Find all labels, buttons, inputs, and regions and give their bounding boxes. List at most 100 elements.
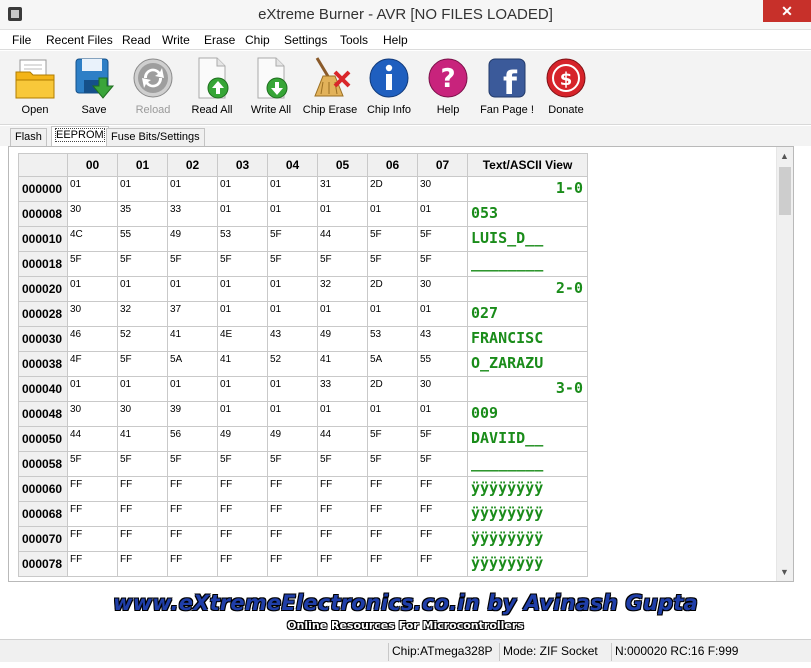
save-button[interactable]: Save [65, 54, 123, 120]
byte-cell[interactable]: FF [368, 527, 418, 552]
byte-cell[interactable]: FF [218, 502, 268, 527]
column-header[interactable]: 06 [368, 153, 418, 177]
byte-cell[interactable]: 5F [68, 252, 118, 277]
byte-cell[interactable]: 5F [218, 252, 268, 277]
close-button[interactable]: ✕ [763, 0, 811, 22]
byte-cell[interactable]: 01 [418, 402, 468, 427]
help-button[interactable]: ? Help [419, 54, 477, 120]
byte-cell[interactable]: 5F [368, 452, 418, 477]
menu-write[interactable]: Write [162, 33, 190, 47]
byte-cell[interactable]: 5F [418, 452, 468, 477]
byte-cell[interactable]: 5F [168, 452, 218, 477]
byte-cell[interactable]: 5F [368, 227, 418, 252]
byte-cell[interactable]: FF [268, 552, 318, 577]
ascii-cell[interactable]: 027 [468, 302, 588, 327]
byte-cell[interactable]: 37 [168, 302, 218, 327]
chip-erase-button[interactable]: Chip Erase [301, 54, 359, 120]
byte-cell[interactable]: 2D [368, 377, 418, 402]
byte-cell[interactable]: 5F [268, 452, 318, 477]
ascii-cell[interactable]: 2-0 [468, 277, 588, 302]
ascii-cell[interactable]: 053 [468, 202, 588, 227]
byte-cell[interactable]: 30 [68, 302, 118, 327]
byte-cell[interactable]: 01 [68, 377, 118, 402]
byte-cell[interactable]: 44 [68, 427, 118, 452]
byte-cell[interactable]: 46 [68, 327, 118, 352]
ascii-cell[interactable]: FRANCISC [468, 327, 588, 352]
byte-cell[interactable]: 01 [218, 402, 268, 427]
byte-cell[interactable]: 5F [218, 452, 268, 477]
byte-cell[interactable]: 2D [368, 277, 418, 302]
byte-cell[interactable]: 5F [268, 227, 318, 252]
byte-cell[interactable]: 01 [418, 302, 468, 327]
byte-cell[interactable]: 53 [218, 227, 268, 252]
byte-cell[interactable]: FF [318, 552, 368, 577]
tab-eeprom[interactable]: EEPROM [51, 126, 109, 146]
byte-cell[interactable]: 5F [418, 427, 468, 452]
byte-cell[interactable]: 01 [218, 302, 268, 327]
byte-cell[interactable]: FF [418, 477, 468, 502]
byte-cell[interactable]: 01 [68, 277, 118, 302]
byte-cell[interactable]: 01 [68, 177, 118, 202]
byte-cell[interactable]: 4C [68, 227, 118, 252]
byte-cell[interactable]: FF [318, 502, 368, 527]
byte-cell[interactable]: 5F [368, 252, 418, 277]
byte-cell[interactable]: 01 [368, 302, 418, 327]
byte-cell[interactable]: 01 [268, 377, 318, 402]
byte-cell[interactable]: 49 [268, 427, 318, 452]
byte-cell[interactable]: FF [218, 527, 268, 552]
byte-cell[interactable]: 5F [368, 427, 418, 452]
read-all-button[interactable]: Read All [183, 54, 241, 120]
byte-cell[interactable]: 01 [118, 277, 168, 302]
byte-cell[interactable]: FF [268, 527, 318, 552]
byte-cell[interactable]: 55 [418, 352, 468, 377]
ascii-cell[interactable]: ÿÿÿÿÿÿÿÿ [468, 552, 588, 577]
byte-cell[interactable]: 35 [118, 202, 168, 227]
byte-cell[interactable]: 01 [218, 277, 268, 302]
byte-cell[interactable]: 33 [318, 377, 368, 402]
banner-url[interactable]: www.eXtremeElectronics.co.in by Avinash … [0, 591, 811, 615]
byte-cell[interactable]: 01 [218, 377, 268, 402]
byte-cell[interactable]: FF [118, 527, 168, 552]
byte-cell[interactable]: 32 [318, 277, 368, 302]
byte-cell[interactable]: 33 [168, 202, 218, 227]
byte-cell[interactable]: 5A [168, 352, 218, 377]
byte-cell[interactable]: 5F [318, 452, 368, 477]
menu-read[interactable]: Read [122, 33, 151, 47]
menu-help[interactable]: Help [383, 33, 408, 47]
ascii-cell[interactable]: ________ [468, 452, 588, 477]
byte-cell[interactable]: FF [218, 477, 268, 502]
byte-cell[interactable]: 49 [218, 427, 268, 452]
byte-cell[interactable]: 01 [268, 402, 318, 427]
byte-cell[interactable]: 5F [268, 252, 318, 277]
byte-cell[interactable]: 30 [418, 277, 468, 302]
ascii-cell[interactable]: DAVIID__ [468, 427, 588, 452]
column-header[interactable]: 04 [268, 153, 318, 177]
ascii-cell[interactable]: ÿÿÿÿÿÿÿÿ [468, 477, 588, 502]
byte-cell[interactable]: 43 [268, 327, 318, 352]
column-header[interactable]: 02 [168, 153, 218, 177]
ascii-cell[interactable]: 009 [468, 402, 588, 427]
byte-cell[interactable]: 53 [368, 327, 418, 352]
tab-flash[interactable]: Flash [10, 128, 47, 146]
byte-cell[interactable]: 01 [168, 177, 218, 202]
byte-cell[interactable]: 49 [318, 327, 368, 352]
reload-button[interactable]: Reload [124, 54, 182, 120]
ascii-cell[interactable]: LUIS_D__ [468, 227, 588, 252]
byte-cell[interactable]: FF [168, 527, 218, 552]
byte-cell[interactable]: FF [368, 552, 418, 577]
byte-cell[interactable]: 5F [118, 352, 168, 377]
byte-cell[interactable]: FF [168, 502, 218, 527]
write-all-button[interactable]: Write All [242, 54, 300, 120]
scroll-thumb[interactable] [779, 167, 791, 215]
byte-cell[interactable]: 43 [418, 327, 468, 352]
byte-cell[interactable]: 30 [418, 377, 468, 402]
byte-cell[interactable]: FF [68, 552, 118, 577]
byte-cell[interactable]: 5F [418, 252, 468, 277]
menu-recent-files[interactable]: Recent Files [46, 33, 113, 47]
byte-cell[interactable]: 01 [118, 377, 168, 402]
scroll-up-icon[interactable]: ▲ [780, 151, 789, 161]
byte-cell[interactable]: 5F [118, 452, 168, 477]
byte-cell[interactable]: FF [368, 477, 418, 502]
byte-cell[interactable]: FF [318, 477, 368, 502]
byte-cell[interactable]: 30 [118, 402, 168, 427]
